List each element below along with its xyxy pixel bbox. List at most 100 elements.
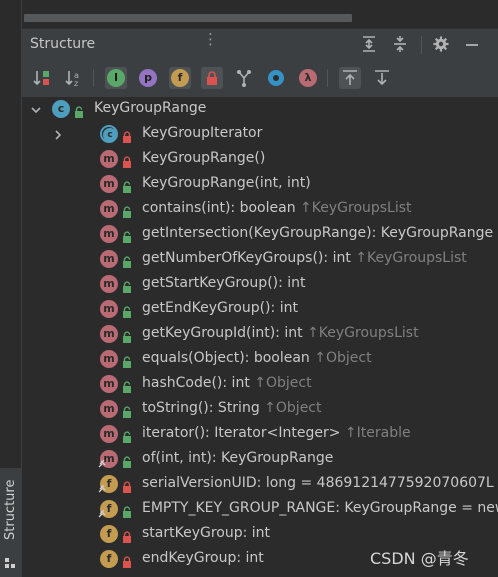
inherited-from-label: ↑Object (264, 400, 322, 416)
tree-row[interactable]: c KeyGroupRange (22, 97, 498, 122)
anonymous-icon (237, 70, 251, 87)
tree-row[interactable]: m toString(): String ↑Object (22, 397, 498, 422)
inherited-from-label: ↑KeyGroupsList (307, 325, 419, 341)
svg-text:z: z (74, 79, 78, 88)
tree-row[interactable]: m of(int, int): KeyGroupRange (22, 447, 498, 472)
collapse-all-icon[interactable] (391, 35, 409, 53)
sort-alphabetically-button[interactable]: a z (63, 67, 85, 89)
tree-row-label: contains(int): boolean ↑KeyGroupsList (142, 200, 412, 216)
tree-row[interactable]: m contains(int): boolean ↑KeyGroupsList (22, 197, 498, 222)
member-signature: contains(int): boolean (142, 200, 301, 216)
public-lock-open-icon (122, 203, 132, 218)
field-icon: f (100, 550, 119, 569)
member-signature: of(int, int): KeyGroupRange (142, 450, 334, 466)
show-inherited-button[interactable]: I (105, 67, 127, 89)
sort-by-visibility-button[interactable] (31, 67, 53, 89)
method-icon: m (100, 200, 119, 219)
tree-row[interactable]: m getNumberOfKeyGroups(): int ↑KeyGroupsL… (22, 247, 498, 272)
header-separator (421, 36, 422, 54)
tree-row[interactable]: m getEndKeyGroup(): int (22, 297, 498, 322)
public-lock-open-icon (122, 303, 132, 318)
gear-icon[interactable] (432, 35, 450, 53)
public-lock-open-icon (122, 253, 132, 268)
member-signature: getNumberOfKeyGroups(): int (142, 250, 356, 266)
minimize-icon[interactable] (463, 35, 481, 53)
show-lambdas-button[interactable]: λ (297, 67, 319, 89)
member-signature: getEndKeyGroup(): int (142, 300, 298, 316)
public-lock-open-icon (74, 103, 84, 118)
tree-row-label: KeyGroupRange (94, 100, 206, 116)
structure-tree: c KeyGroupRange c KeyGroupIterator m KeyGroup… (22, 97, 498, 577)
public-lock-open-icon (122, 278, 132, 293)
field-icon: f (100, 525, 119, 544)
member-signature: equals(Object): boolean (142, 350, 315, 366)
autoscroll-to-source-button[interactable] (339, 67, 361, 89)
show-inherited-from-object-button[interactable] (265, 67, 287, 89)
autoscroll-from-source-button[interactable] (371, 67, 393, 89)
chevron-down-icon[interactable] (29, 102, 43, 116)
tree-row[interactable]: m getStartKeyGroup(): int (22, 272, 498, 297)
public-lock-open-icon (122, 378, 132, 393)
inherited-from-label: ↑Iterable (344, 425, 411, 441)
tree-row-label: KeyGroupRange() (142, 150, 265, 166)
private-lock-icon (122, 128, 132, 143)
inherited-from-label: ↑KeyGroupsList (300, 200, 412, 216)
structure-tool-window: Structure Structure ⋮ a z I p f λ c KeyG… (0, 0, 498, 577)
autoscroll-to-source-icon (343, 70, 357, 85)
tree-row-label: getIntersection(KeyGroupRange): KeyGroup… (142, 225, 493, 241)
tree-row[interactable]: m getKeyGroupId(int): int ↑KeyGroupsList (22, 322, 498, 347)
tree-row[interactable]: m iterator(): Iterator<Integer> ↑Iterable (22, 422, 498, 447)
member-signature: toString(): String (142, 400, 265, 416)
structure-tool-tab[interactable]: Structure (0, 468, 21, 577)
method-icon: m (100, 325, 119, 344)
tree-row[interactable]: m equals(Object): boolean ↑Object (22, 347, 498, 372)
tree-row[interactable]: m getIntersection(KeyGroupRange): KeyGrou… (22, 222, 498, 247)
member-signature: getStartKeyGroup(): int (142, 275, 306, 291)
member-signature: serialVersionUID: long = 486912147759207… (142, 475, 494, 491)
tree-row[interactable]: c KeyGroupIterator (22, 122, 498, 147)
chevron-right-icon[interactable] (51, 127, 65, 141)
public-lock-open-icon (122, 353, 132, 368)
tree-row[interactable]: f startKeyGroup: int (22, 522, 498, 547)
autoscroll-from-source-icon (375, 70, 389, 86)
expand-all-icon[interactable] (360, 35, 378, 53)
tree-row-label: getNumberOfKeyGroups(): int ↑KeyGroupsLi… (142, 250, 467, 266)
private-lock-icon (122, 528, 132, 543)
class-icon: c (52, 100, 71, 119)
tree-row-label: getKeyGroupId(int): int ↑KeyGroupsList (142, 325, 419, 341)
tree-row-label: getEndKeyGroup(): int (142, 300, 298, 316)
method-icon: m (100, 225, 119, 244)
public-lock-open-icon (122, 428, 132, 443)
public-lock-open-icon (122, 403, 132, 418)
panel-header: Structure ⋮ (22, 28, 498, 60)
tree-row[interactable]: m KeyGroupRange() (22, 147, 498, 172)
tree-row-label: iterator(): Iterator<Integer> ↑Iterable (142, 425, 411, 441)
left-tool-stripe: Structure (0, 0, 22, 577)
member-signature: KeyGroupRange() (142, 150, 266, 166)
lock-icon (207, 71, 217, 85)
show-anonymous-button[interactable] (233, 67, 255, 89)
tree-row-label: startKeyGroup: int (142, 525, 270, 541)
show-fields-button[interactable]: f (169, 67, 191, 89)
public-lock-open-icon (122, 228, 132, 243)
inherited-from-label: ↑Object (254, 375, 312, 391)
method-icon: m (100, 400, 119, 419)
show-non-public-button[interactable] (201, 67, 223, 89)
toolbar-separator (327, 69, 328, 87)
show-properties-button[interactable]: p (137, 67, 159, 89)
public-lock-open-icon (122, 328, 132, 343)
static-pin-icon (98, 460, 106, 468)
toolbar-separator (93, 69, 94, 87)
lambda-icon: λ (299, 69, 317, 87)
tree-row[interactable]: m hashCode(): int ↑Object (22, 372, 498, 397)
tree-row[interactable]: m KeyGroupRange(int, int) (22, 172, 498, 197)
member-signature: endKeyGroup: int (142, 550, 264, 566)
private-lock-icon (122, 153, 132, 168)
tree-row[interactable]: f serialVersionUID: long = 48691214775920… (22, 472, 498, 497)
panel-title: Structure (30, 36, 96, 52)
more-options-icon[interactable]: ⋮ (203, 30, 218, 48)
object-icon (268, 70, 284, 86)
horizontal-scrollbar[interactable] (24, 14, 352, 22)
public-lock-open-icon (122, 178, 132, 193)
tree-row[interactable]: f EMPTY_KEY_GROUP_RANGE: KeyGroupRange = … (22, 497, 498, 522)
